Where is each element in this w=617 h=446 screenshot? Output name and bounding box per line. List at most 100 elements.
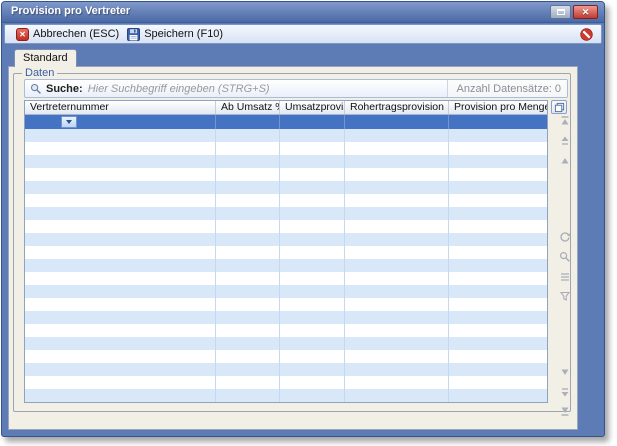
table-cell [449,155,547,168]
dialog-window: Provision pro Vertreter ✕ ✕ Abbrechen (E… [1,1,605,437]
save-icon [127,28,140,41]
table-cell [216,298,280,311]
table-row[interactable] [25,181,547,194]
table-row[interactable] [25,259,547,272]
page-up-button[interactable] [558,134,572,147]
list-button[interactable] [558,270,572,283]
page-up-icon [559,135,571,147]
table-row[interactable] [25,129,547,142]
table-row[interactable] [25,324,547,337]
row-dropdown-button[interactable] [61,116,77,128]
refresh-button[interactable] [558,230,572,243]
table-cell [449,220,547,233]
table-row[interactable] [25,220,547,233]
table-cell [280,259,345,272]
column-header[interactable]: Vertreternummer [25,101,216,114]
table-row[interactable] [25,246,547,259]
column-header[interactable]: Umsatzprovision [280,101,345,114]
table-cell [449,324,547,337]
grid-search-button[interactable] [558,250,572,263]
table-cell [25,272,216,285]
table-row[interactable] [25,168,547,181]
table-row[interactable] [25,389,547,402]
filter-button[interactable] [558,289,572,302]
list-icon [559,271,571,283]
table-row[interactable] [25,285,547,298]
table-row[interactable] [25,298,547,311]
table-cell [345,285,449,298]
table-cell [280,350,345,363]
restore-icon [557,9,565,15]
search-bar: Suche: Anzahl Datensätze: 0 [24,79,568,98]
close-icon: ✕ [582,7,590,17]
table-cell [449,376,547,389]
grid-header: VertreternummerAb Umsatz %Umsatzprovisio… [25,101,547,115]
table-cell [216,194,280,207]
selected-row[interactable] [25,115,547,129]
table-cell [280,363,345,376]
table-cell [25,285,216,298]
record-count: Anzahl Datensätze: 0 [447,80,567,97]
selected-cell [345,115,449,129]
table-cell [280,181,345,194]
table-cell [345,233,449,246]
table-cell [25,324,216,337]
search-input[interactable] [88,81,448,96]
table-row[interactable] [25,337,547,350]
restore-button[interactable] [550,5,571,19]
selected-cell [216,115,280,129]
column-header[interactable]: Rohertragsprovision [345,101,449,114]
table-cell [345,376,449,389]
table-cell [216,233,280,246]
column-header[interactable]: Ab Umsatz % [216,101,280,114]
table-cell [280,194,345,207]
window-title: Provision pro Vertreter [11,5,130,17]
table-row[interactable] [25,155,547,168]
table-cell [345,246,449,259]
title-bar: Provision pro Vertreter ✕ [2,2,604,23]
table-cell [25,194,216,207]
cancel-circle-button[interactable] [580,28,593,41]
table-row[interactable] [25,350,547,363]
record-count-value: 0 [555,83,561,95]
table-cell [280,233,345,246]
copy-button[interactable] [551,100,567,114]
close-button[interactable]: ✕ [573,5,598,19]
table-row[interactable] [25,272,547,285]
table-cell [449,246,547,259]
table-row[interactable] [25,194,547,207]
table-cell [449,350,547,363]
table-cell [280,298,345,311]
table-cell [280,129,345,142]
table-row[interactable] [25,376,547,389]
table-cell [449,168,547,181]
grid-rows [25,129,547,402]
row-up-button[interactable] [558,154,572,167]
tab-standard[interactable]: Standard [14,49,77,67]
page-down-button[interactable] [558,385,572,398]
table-cell [345,155,449,168]
table-cell [25,233,216,246]
table-row[interactable] [25,142,547,155]
table-cell [345,337,449,350]
tab-page: Daten Suche: Anzahl Datensätze: 0 Vertre… [8,66,578,430]
table-row[interactable] [25,233,547,246]
column-header[interactable]: Provision pro Menge(Einheit) [449,101,547,114]
table-cell [216,246,280,259]
table-cell [280,142,345,155]
search-label: Suche: [46,83,83,95]
table-cell [25,337,216,350]
table-cell [449,194,547,207]
save-button[interactable]: Speichern (F10) [123,26,227,42]
table-cell [449,285,547,298]
abort-button[interactable]: ✕ Abbrechen (ESC) [12,26,123,42]
table-row[interactable] [25,311,547,324]
table-cell [280,285,345,298]
table-row[interactable] [25,363,547,376]
row-down-button[interactable] [558,365,572,378]
go-first-button[interactable] [558,114,572,127]
selected-cell [25,115,216,129]
table-row[interactable] [25,207,547,220]
go-last-button[interactable] [558,404,572,417]
table-cell [345,298,449,311]
